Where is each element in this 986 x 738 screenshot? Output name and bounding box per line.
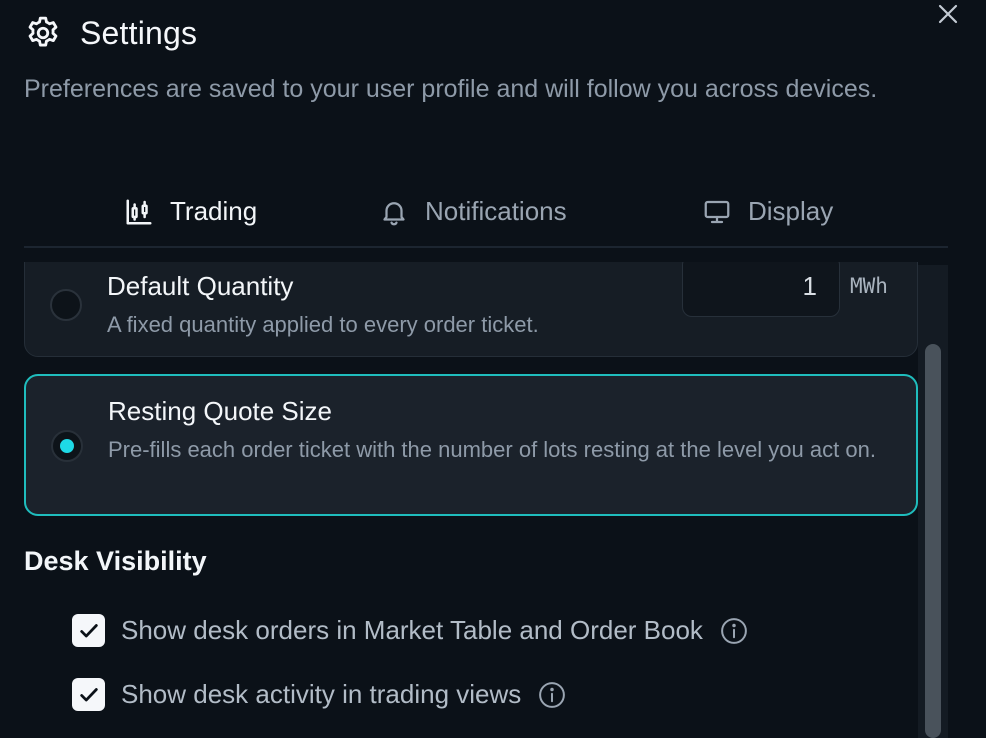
checkbox-desk-activity[interactable]: [72, 678, 105, 711]
checkbox-desk-orders[interactable]: [72, 614, 105, 647]
chart-icon: [126, 199, 152, 224]
quantity-input[interactable]: [682, 262, 840, 317]
bell-icon: [383, 201, 405, 225]
tab-notifications[interactable]: Notifications: [379, 196, 567, 227]
option-title: Resting Quote Size: [108, 396, 333, 426]
dialog-header: Settings: [24, 14, 197, 52]
tab-display-label: Display: [748, 196, 834, 226]
tab-notifications-label: Notifications: [425, 196, 567, 226]
option-default-quantity[interactable]: Default Quantity A fixed quantity applie…: [24, 262, 918, 357]
settings-dialog: Settings Preferences are saved to your u…: [0, 0, 986, 738]
checkbox-row-desk-activity[interactable]: Show desk activity in trading views: [72, 678, 567, 711]
section-title-desk-visibility: Desk Visibility: [24, 546, 207, 576]
settings-tabs: Trading Notifications Display: [24, 186, 948, 248]
checkbox-label: Show desk activity in trading views: [121, 679, 522, 709]
checkbox-row-desk-orders[interactable]: Show desk orders in Market Table and Ord…: [72, 614, 749, 647]
quantity-unit: MWh: [850, 274, 888, 298]
checkbox-label: Show desk orders in Market Table and Ord…: [121, 615, 703, 645]
option-title: Default Quantity: [107, 271, 294, 301]
info-icon[interactable]: [719, 616, 749, 646]
info-icon[interactable]: [537, 680, 567, 710]
radio-resting-quote-size[interactable]: [51, 430, 83, 462]
checkmark-icon: [79, 687, 98, 701]
radio-selected-dot: [60, 439, 74, 453]
option-resting-quote-size[interactable]: Resting Quote Size Pre-fills each order …: [24, 374, 918, 516]
scrollbar-thumb[interactable]: [925, 344, 941, 738]
monitor-icon: [704, 200, 730, 223]
close-icon[interactable]: [936, 2, 960, 26]
tab-trading-label: Trading: [170, 196, 258, 226]
gear-icon: [28, 16, 58, 47]
page-title: Settings: [80, 14, 198, 51]
settings-scroll-area: Default Quantity A fixed quantity applie…: [0, 262, 986, 738]
option-description: A fixed quantity applied to every order …: [107, 312, 539, 337]
dialog-subtitle: Preferences are saved to your user profi…: [24, 75, 878, 103]
tab-display[interactable]: Display: [702, 196, 833, 227]
option-description: Pre-fills each order ticket with the num…: [108, 437, 876, 462]
tab-trading[interactable]: Trading: [124, 196, 257, 227]
radio-default-quantity[interactable]: [50, 289, 82, 321]
checkmark-icon: [79, 623, 98, 637]
